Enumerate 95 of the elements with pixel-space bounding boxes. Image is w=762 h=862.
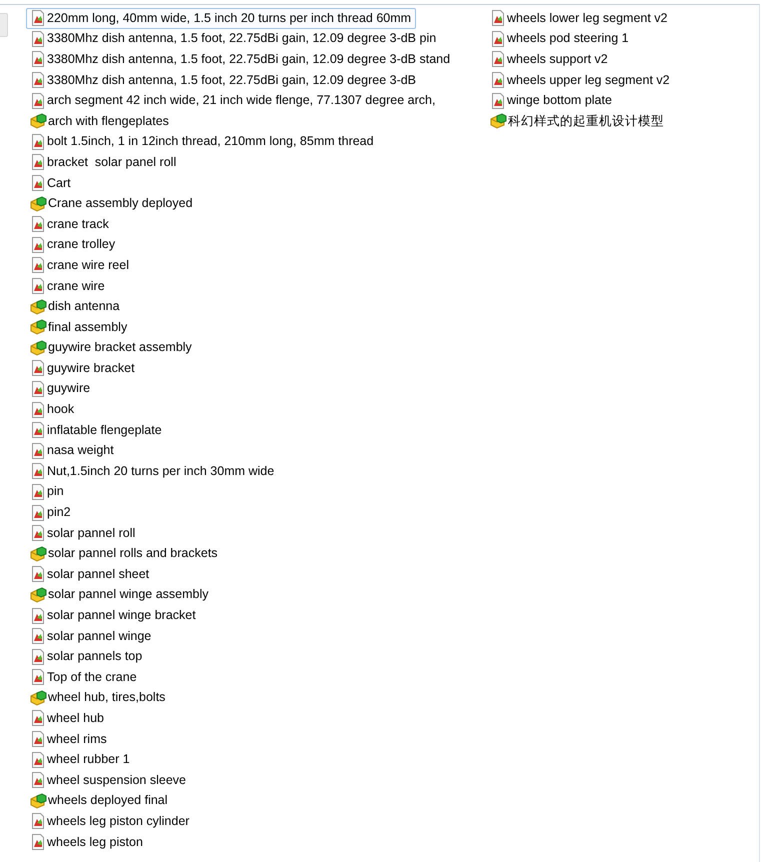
part-file-icon	[30, 772, 46, 788]
part-file-icon	[30, 442, 46, 459]
assembly-file-icon	[30, 196, 47, 212]
file-item[interactable]: wheel rims	[26, 728, 112, 750]
part-file-icon	[30, 257, 46, 274]
file-item[interactable]: Cart	[26, 172, 76, 194]
part-file-icon	[30, 360, 46, 376]
part-file-icon	[30, 10, 46, 26]
file-item[interactable]: 科幻样式的起重机设计模型	[486, 110, 669, 132]
file-item[interactable]: wheels pod steering 1	[486, 28, 634, 50]
part-file-icon	[490, 92, 506, 109]
part-file-icon	[30, 752, 46, 768]
part-file-icon	[30, 278, 46, 294]
assembly-file-icon	[30, 690, 47, 706]
file-item[interactable]: wheel hub, tires,bolts	[26, 688, 170, 708]
part-file-icon	[30, 216, 46, 232]
file-item[interactable]: inflatable flengeplate	[26, 420, 167, 440]
file-item[interactable]: wheel hub	[26, 708, 109, 729]
part-file-icon	[30, 628, 46, 644]
assembly-file-icon	[30, 340, 47, 356]
file-item[interactable]: wheel rubber 1	[26, 749, 135, 770]
panel-edge	[0, 13, 8, 37]
part-file-icon	[30, 134, 46, 150]
part-file-icon	[30, 402, 46, 418]
file-item[interactable]: winge bottom plate	[486, 90, 617, 111]
file-item[interactable]: Top of the crane	[26, 667, 142, 688]
part-file-icon	[30, 380, 46, 397]
assembly-file-icon	[30, 792, 47, 809]
file-item[interactable]: wheel suspension sleeve	[26, 770, 191, 791]
file-item[interactable]: Nut,1.5inch 20 turns per inch 30mm wide	[26, 461, 280, 482]
file-item[interactable]: solar pannel winge bracket	[26, 605, 201, 626]
file-item[interactable]: crane trolley	[26, 234, 120, 256]
file-item[interactable]: wheels leg piston cylinder	[26, 811, 194, 832]
file-item[interactable]: 220mm long, 40mm wide, 1.5 inch 20 turns per inch thread 60mm	[26, 8, 416, 29]
file-item[interactable]: solar pannel roll	[26, 522, 140, 544]
file-item[interactable]: arch with flengeplates	[26, 110, 174, 132]
assembly-file-icon	[490, 113, 507, 130]
part-file-icon	[30, 175, 46, 192]
file-item[interactable]: solar pannels top	[26, 646, 148, 667]
file-item[interactable]: 3380Mhz dish antenna, 1.5 foot, 22.75dBi gain, 12.09 degree 3-dB stand	[26, 49, 456, 70]
part-file-icon	[30, 669, 46, 686]
part-file-icon	[30, 608, 46, 624]
part-file-icon	[30, 154, 46, 170]
part-file-icon	[30, 484, 46, 500]
file-item[interactable]: solar pannel sheet	[26, 564, 154, 585]
assembly-file-icon	[30, 298, 47, 315]
part-file-icon	[30, 92, 46, 109]
file-item[interactable]: Crane assembly deployed	[26, 193, 198, 214]
file-item[interactable]: bracket solar panel roll	[26, 152, 182, 173]
file-item[interactable]: guywire bracket	[26, 358, 140, 379]
file-item[interactable]: crane track	[26, 214, 114, 235]
part-file-icon	[30, 648, 46, 665]
part-file-icon	[490, 10, 506, 26]
part-file-icon	[30, 30, 46, 47]
file-item[interactable]: dish antenna	[26, 296, 125, 317]
file-item[interactable]: bolt 1.5inch, 1 in 12inch thread, 210mm long, 85mm thread	[26, 132, 379, 152]
part-file-icon	[30, 731, 46, 748]
part-file-icon	[30, 525, 46, 542]
part-file-icon	[30, 504, 46, 521]
file-item[interactable]: wheels support v2	[486, 49, 613, 70]
file-item[interactable]: arch segment 42 inch wide, 21 inch wide flenge, 77.1307 degree arch,	[26, 90, 440, 111]
part-file-icon	[30, 813, 46, 830]
file-item[interactable]: final assembly	[26, 316, 132, 338]
file-item[interactable]: 3380Mhz dish antenna, 1.5 foot, 22.75dBi gain, 12.09 degree 3-dB pin	[26, 28, 442, 50]
file-item[interactable]: hook	[26, 399, 80, 420]
file-item[interactable]: guywire bracket assembly	[26, 338, 197, 358]
part-file-icon	[30, 463, 46, 480]
file-item[interactable]: crane wire reel	[26, 255, 134, 276]
part-file-icon	[30, 51, 46, 68]
part-file-icon	[490, 30, 506, 47]
part-file-icon	[30, 72, 46, 88]
assembly-file-icon	[30, 546, 47, 562]
part-file-icon	[30, 834, 46, 850]
part-file-icon	[30, 566, 46, 582]
file-item[interactable]: guywire	[26, 378, 96, 400]
file-item[interactable]: nasa weight	[26, 440, 119, 462]
file-item[interactable]: wheels leg piston	[26, 832, 148, 852]
file-item[interactable]: solar pannel winge	[26, 626, 156, 646]
file-item[interactable]: solar pannel winge assembly	[26, 584, 214, 606]
part-file-icon	[30, 422, 46, 438]
file-item[interactable]: wheels deployed final	[26, 790, 173, 812]
file-item[interactable]: pin	[26, 482, 69, 502]
part-file-icon	[30, 236, 46, 253]
file-item[interactable]: wheels lower leg segment v2	[486, 8, 672, 29]
part-file-icon	[490, 72, 506, 88]
file-item[interactable]: crane wire	[26, 276, 110, 296]
file-item[interactable]: pin2	[26, 502, 76, 523]
part-file-icon	[490, 51, 506, 68]
file-item[interactable]: wheels upper leg segment v2	[486, 70, 675, 90]
file-item[interactable]: 3380Mhz dish antenna, 1.5 foot, 22.75dBi gain, 12.09 degree 3-dB	[26, 70, 422, 90]
assembly-file-icon	[30, 319, 47, 336]
assembly-file-icon	[30, 586, 47, 603]
file-item[interactable]: solar pannel rolls and brackets	[26, 543, 223, 564]
part-file-icon	[30, 710, 46, 726]
assembly-file-icon	[30, 113, 47, 130]
